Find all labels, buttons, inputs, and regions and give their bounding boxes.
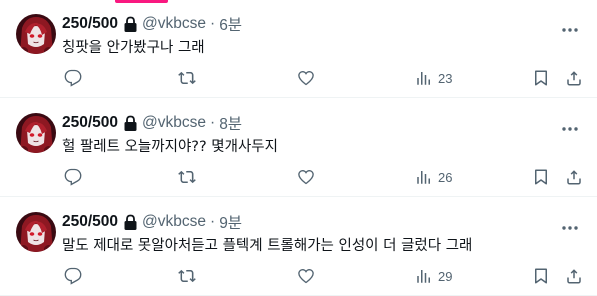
tweet-text: 헐 팔레트 오늘까지야?? 몇개사두지 [62,139,278,155]
display-name[interactable]: 250/500 [62,213,118,231]
user-handle[interactable]: @vkbcse [142,15,206,33]
bookmark-button[interactable] [532,167,550,187]
timestamp[interactable]: 6분 [219,13,242,35]
tweet-text: 칭팟을 안가봤구나 그래 [62,40,205,56]
reply-icon [64,168,82,186]
share-button[interactable] [565,167,583,187]
reply-button[interactable] [64,167,82,187]
retweet-button[interactable] [178,167,196,187]
avatar[interactable] [16,212,56,252]
views-count: 23 [438,70,453,86]
reply-icon [64,267,82,285]
views-button[interactable]: 23 [415,68,452,88]
more-icon[interactable] [561,117,579,131]
separator-dot: · [210,114,216,131]
action-bar: 29 [62,264,582,288]
views-icon [417,72,430,85]
more-icon[interactable] [561,18,579,32]
display-name[interactable]: 250/500 [62,15,118,33]
views-count: 26 [438,169,453,185]
user-handle[interactable]: @vkbcse [142,213,206,231]
lock-icon [123,115,138,132]
avatar[interactable] [16,113,56,153]
avatar[interactable] [16,14,56,54]
lock-icon [123,16,138,33]
like-icon [298,170,314,185]
views-count: 29 [438,268,453,284]
views-icon [417,171,430,184]
share-button[interactable] [565,266,583,286]
user-handle[interactable]: @vkbcse [142,114,206,132]
tweet[interactable]: 250/500 @vkbcse · 8분 헐 팔레트 오늘까지야?? 몇개사두지 [0,99,597,197]
timestamp[interactable]: 8분 [219,112,242,134]
retweet-icon [178,170,196,184]
lock-icon [123,214,138,231]
views-button[interactable]: 29 [415,266,452,286]
tweet[interactable]: 250/500 @vkbcse · 6분 칭팟을 안가봤구나 그래 23 [0,0,597,98]
share-icon [567,170,581,185]
retweet-button[interactable] [178,266,196,286]
share-button[interactable] [565,68,583,88]
timestamp[interactable]: 9분 [219,211,242,233]
action-bar: 23 [62,66,582,90]
bookmark-icon [535,70,547,86]
retweet-icon [178,71,196,85]
like-button[interactable] [297,68,315,88]
tweet[interactable]: 250/500 @vkbcse · 9분 말도 제대로 못알아처듣고 플텍계 트… [0,198,597,296]
like-button[interactable] [297,167,315,187]
bookmark-button[interactable] [532,266,550,286]
action-bar: 26 [62,165,582,189]
share-icon [567,269,581,284]
views-button[interactable]: 26 [415,167,452,187]
tweet-text: 말도 제대로 못알아처듣고 플텍계 트롤해가는 인성이 더 글렀다 그래 [62,238,473,254]
bookmark-button[interactable] [532,68,550,88]
reply-button[interactable] [64,266,82,286]
more-icon[interactable] [561,216,579,230]
like-button[interactable] [297,266,315,286]
share-icon [567,71,581,86]
display-name[interactable]: 250/500 [62,114,118,132]
like-icon [298,71,314,86]
like-icon [298,269,314,284]
reply-icon [64,69,82,87]
retweet-icon [178,269,196,283]
retweet-button[interactable] [178,68,196,88]
reply-button[interactable] [64,68,82,88]
bookmark-icon [535,268,547,284]
separator-dot: · [210,15,216,32]
separator-dot: · [210,213,216,230]
views-icon [417,270,430,283]
bookmark-icon [535,169,547,185]
